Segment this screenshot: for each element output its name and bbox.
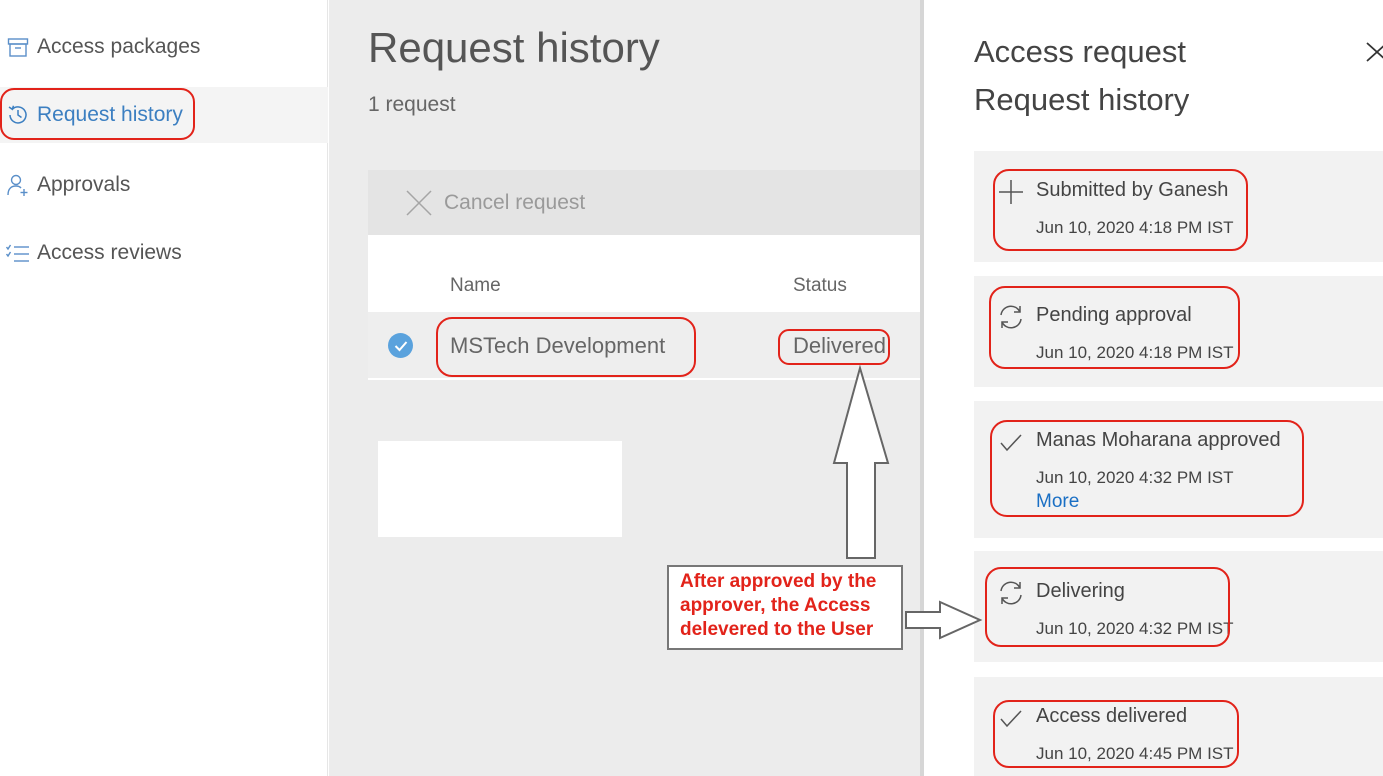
cancel-request-label: Cancel request	[444, 190, 586, 214]
request-status: Delivered	[793, 333, 886, 358]
close-icon	[404, 188, 434, 218]
history-event: Manas Moharana approved Jun 10, 2020 4:3…	[974, 401, 1383, 538]
page-title: Request history	[368, 24, 660, 71]
toolbar: Cancel request	[368, 170, 921, 235]
sidebar-item-approvals[interactable]: Approvals	[0, 157, 328, 213]
history-event: Delivering Jun 10, 2020 4:32 PM IST	[974, 551, 1383, 662]
row-checkbox[interactable]	[388, 333, 413, 358]
checkmark-icon	[394, 340, 407, 351]
event-title: Manas Moharana approved	[1036, 429, 1281, 451]
blank-panel	[378, 441, 622, 537]
event-title: Access delivered	[1036, 705, 1188, 727]
sidebar-item-access-reviews[interactable]: Access reviews	[0, 225, 328, 281]
event-time: Jun 10, 2020 4:32 PM IST	[1036, 619, 1234, 638]
request-name: MSTech Development	[450, 333, 666, 358]
checkmark-icon	[996, 428, 1026, 458]
event-time: Jun 10, 2020 4:18 PM IST	[1036, 343, 1234, 362]
event-time: Jun 10, 2020 4:45 PM IST	[1036, 744, 1234, 763]
package-icon	[6, 35, 30, 59]
annotation-line: delevered to the User	[680, 619, 874, 640]
event-title: Submitted by Ganesh	[1036, 179, 1229, 201]
event-title: Delivering	[1036, 580, 1125, 602]
sidebar: Access packages Request history Approval…	[0, 0, 328, 776]
close-panel-button[interactable]	[1365, 38, 1383, 64]
requests-table: Name Status MSTech Development Delivered	[368, 235, 921, 380]
cancel-request-button[interactable]: Cancel request	[404, 188, 585, 218]
request-count: 1 request	[368, 93, 456, 116]
close-icon	[1366, 42, 1383, 62]
sidebar-item-label: Request history	[37, 103, 183, 126]
more-link[interactable]: More	[1036, 491, 1079, 513]
section-title: Request history	[974, 86, 1190, 116]
history-event: Pending approval Jun 10, 2020 4:18 PM IS…	[974, 276, 1383, 387]
column-header-name[interactable]: Name	[450, 275, 501, 297]
annotation-line: After approved by the	[680, 571, 877, 592]
sidebar-item-label: Access packages	[37, 35, 201, 58]
table-row[interactable]: MSTech Development Delivered	[368, 312, 921, 378]
access-request-panel: Access request Request history Submitted…	[924, 0, 1383, 776]
sidebar-item-access-packages[interactable]: Access packages	[0, 19, 328, 75]
plus-icon	[996, 177, 1026, 207]
sync-icon	[996, 302, 1026, 332]
column-header-status[interactable]: Status	[793, 275, 847, 297]
history-icon	[6, 103, 30, 127]
history-event: Access delivered Jun 10, 2020 4:45 PM IS…	[974, 677, 1383, 776]
sidebar-item-label: Approvals	[37, 173, 131, 196]
event-time: Jun 10, 2020 4:18 PM IST	[1036, 218, 1234, 237]
sync-icon	[996, 578, 1026, 608]
sidebar-item-request-history[interactable]: Request history	[0, 87, 328, 143]
main-content: Request history 1 request Cancel request…	[329, 0, 921, 776]
history-event: Submitted by Ganesh Jun 10, 2020 4:18 PM…	[974, 151, 1383, 262]
event-time: Jun 10, 2020 4:32 PM IST	[1036, 468, 1234, 487]
checkmark-icon	[996, 704, 1026, 734]
person-add-icon	[6, 173, 30, 197]
sidebar-item-label: Access reviews	[37, 241, 182, 264]
checklist-icon	[6, 241, 30, 265]
panel-title: Access request	[974, 34, 1186, 69]
event-title: Pending approval	[1036, 304, 1192, 326]
annotation-callout: After approved by the approver, the Acce…	[667, 565, 903, 650]
annotation-line: approver, the Access	[680, 595, 871, 616]
